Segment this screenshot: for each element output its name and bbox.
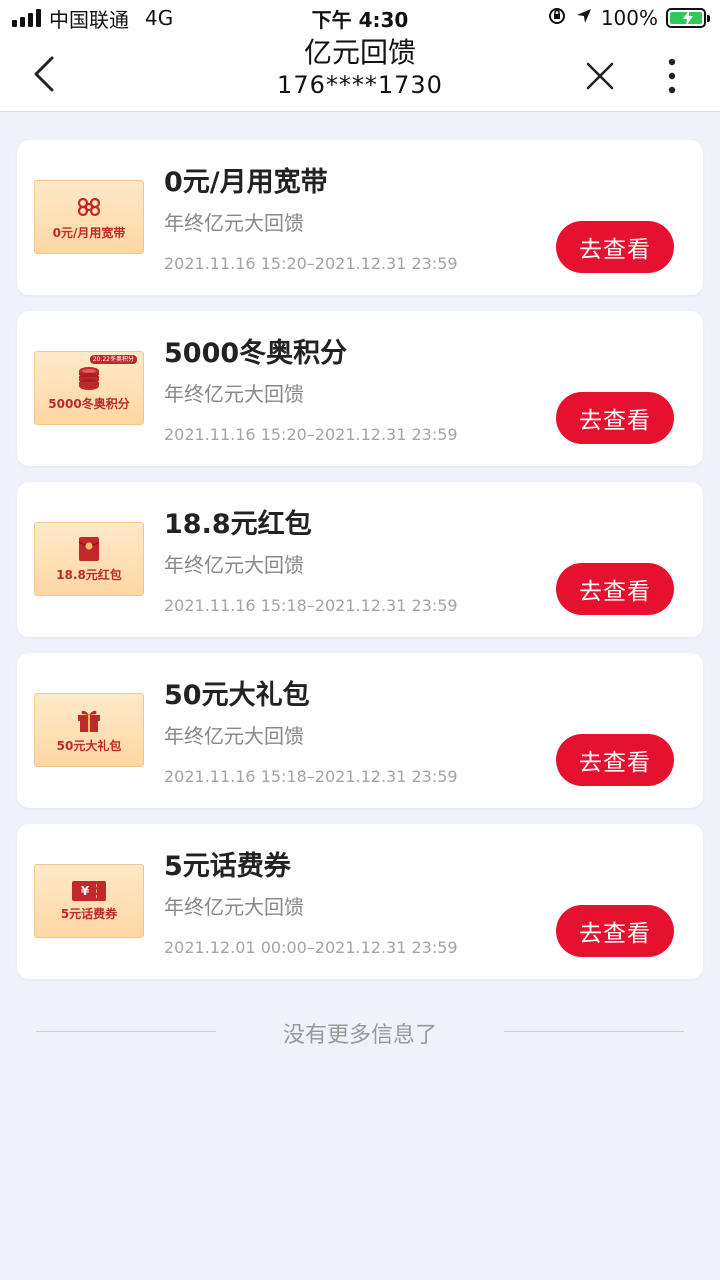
reward-subtitle: 年终亿元大回馈 [164, 724, 304, 748]
thumbnail-label: 5000冬奥积分 [48, 396, 130, 411]
status-left: 中国联通 4G [12, 4, 173, 33]
view-button[interactable]: 去查看 [556, 221, 674, 273]
reward-title: 5元话费券 [164, 851, 291, 882]
reward-date: 2021.11.16 15:20–2021.12.31 23:59 [164, 425, 458, 444]
reward-subtitle: 年终亿元大回馈 [164, 895, 304, 919]
reward-date: 2021.11.16 15:18–2021.12.31 23:59 [164, 767, 458, 786]
reward-title: 0元/月用宽带 [164, 167, 328, 198]
chevron-left-icon [34, 56, 54, 92]
reward-thumbnail: 18.8元红包 [34, 522, 144, 596]
battery-icon [666, 8, 710, 28]
coupon-glyph: ¥ [80, 883, 90, 898]
reward-card: 50元大礼包 50元大礼包 年终亿元大回馈 2021.11.16 15:18–2… [17, 653, 703, 808]
reward-card: 18.8元红包 18.8元红包 年终亿元大回馈 2021.11.16 15:18… [17, 482, 703, 637]
nav-bar: 亿元回馈 176****1730 [0, 36, 720, 112]
battery-percent: 100% [600, 6, 658, 30]
view-button[interactable]: 去查看 [556, 905, 674, 957]
view-button[interactable]: 去查看 [556, 392, 674, 444]
reward-date: 2021.11.16 15:18–2021.12.31 23:59 [164, 596, 458, 615]
reward-thumbnail: 50元大礼包 [34, 693, 144, 767]
thumbnail-tag: 20.22冬奥积分 [89, 355, 137, 364]
no-more-text: 没有更多信息了 [282, 1023, 437, 1048]
back-button[interactable] [30, 54, 60, 94]
phone-number: 176****1730 [277, 71, 443, 99]
status-bar: 中国联通 4G 下午 4:30 100% [0, 0, 720, 36]
signal-icon [12, 9, 41, 27]
page-title: 亿元回馈 [303, 36, 416, 69]
nav-title-block: 亿元回馈 176****1730 [160, 36, 560, 100]
carrier-name: 中国联通 [49, 7, 129, 32]
red-envelope-icon [74, 536, 104, 562]
reward-title: 18.8元红包 [164, 509, 312, 540]
reward-subtitle: 年终亿元大回馈 [164, 553, 304, 577]
reward-subtitle: 年终亿元大回馈 [164, 211, 304, 235]
coupon-icon: ¥ [72, 880, 106, 901]
unicom-logo-icon [74, 194, 104, 220]
reward-list: 0元/月用宽带 0元/月用宽带 年终亿元大回馈 2021.11.16 15:20… [17, 140, 703, 995]
status-right: 100% [547, 6, 710, 31]
more-button[interactable] [662, 56, 682, 96]
thumbnail-label: 18.8元红包 [56, 567, 122, 582]
view-button[interactable]: 去查看 [556, 734, 674, 786]
thumbnail-label: 5元话费券 [60, 906, 118, 921]
close-button[interactable] [584, 60, 616, 92]
view-button[interactable]: 去查看 [556, 563, 674, 615]
reward-thumbnail: 0元/月用宽带 [34, 180, 144, 254]
thumbnail-label: 0元/月用宽带 [52, 225, 126, 240]
more-vertical-icon [668, 58, 676, 94]
close-icon [586, 62, 614, 90]
reward-date: 2021.12.01 00:00–2021.12.31 23:59 [164, 938, 458, 957]
thumbnail-label: 50元大礼包 [56, 738, 122, 753]
list-end-footer: 没有更多信息了 [0, 1012, 720, 1052]
gift-box-icon [74, 707, 104, 733]
reward-thumbnail: ¥ 5元话费券 [34, 864, 144, 938]
reward-card: ¥ 5元话费券 5元话费券 年终亿元大回馈 2021.12.01 00:00–2… [17, 824, 703, 979]
reward-thumbnail: 20.22冬奥积分 5000冬奥积分 [34, 351, 144, 425]
reward-title: 50元大礼包 [164, 680, 310, 711]
reward-card: 0元/月用宽带 0元/月用宽带 年终亿元大回馈 2021.11.16 15:20… [17, 140, 703, 295]
footer-divider [504, 1031, 684, 1032]
network-type: 4G [145, 6, 174, 30]
reward-date: 2021.11.16 15:20–2021.12.31 23:59 [164, 254, 458, 273]
reward-card: 20.22冬奥积分 5000冬奥积分 5000冬奥积分 年终亿元大回馈 2021… [17, 311, 703, 466]
location-icon [575, 6, 593, 30]
coins-icon [74, 365, 104, 391]
rotation-lock-icon [547, 6, 567, 31]
reward-subtitle: 年终亿元大回馈 [164, 382, 304, 406]
reward-title: 5000冬奥积分 [164, 338, 348, 369]
